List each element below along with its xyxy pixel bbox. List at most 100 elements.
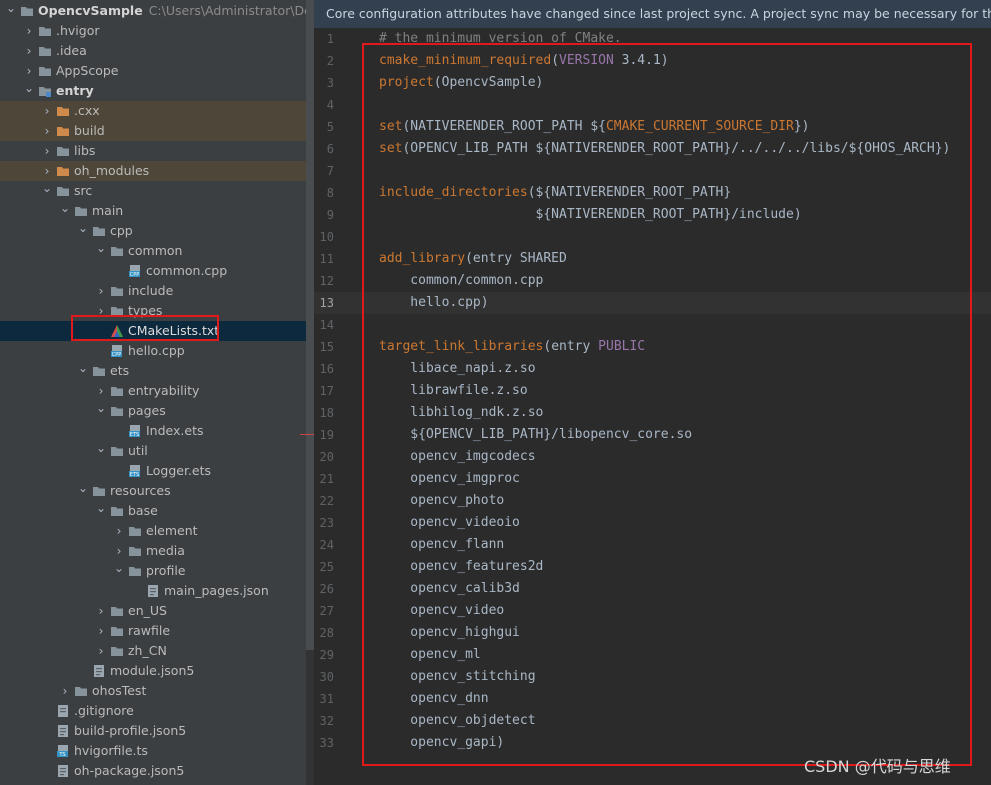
json-file-icon — [92, 664, 106, 678]
folder-icon — [56, 144, 70, 158]
tree-item[interactable]: › rawfile — [0, 621, 306, 641]
tree-item[interactable]: main_pages.json — [0, 581, 306, 601]
folder-icon — [110, 404, 124, 418]
tree-item-label: common — [128, 243, 183, 258]
tree-item[interactable]: .gitignore — [0, 701, 306, 721]
text-file-icon — [56, 704, 70, 718]
svg-text:ETS: ETS — [130, 472, 139, 478]
chevron-down-icon[interactable]: ⌄ — [6, 0, 16, 18]
tree-item[interactable]: TS hvigorfile.ts — [0, 741, 306, 761]
chevron-right-icon[interactable]: › — [114, 521, 124, 541]
chevron-down-icon[interactable]: ⌄ — [78, 478, 88, 498]
tree-item[interactable]: CPP hello.cpp — [0, 341, 306, 361]
tree-item[interactable]: › build — [0, 121, 306, 141]
tree-item[interactable]: › entryability — [0, 381, 306, 401]
line-number: 29 — [319, 648, 334, 662]
tree-item[interactable]: ⌄ src — [0, 181, 306, 201]
tree-item[interactable]: ⌄ ets — [0, 361, 306, 381]
line-number: 8 — [326, 186, 334, 200]
tree-item-label: Index.ets — [146, 423, 204, 438]
line-number: 27 — [319, 604, 334, 618]
tree-item[interactable]: ⌄ profile — [0, 561, 306, 581]
chevron-right-icon[interactable]: › — [42, 141, 52, 161]
tree-item[interactable]: ⌄ base — [0, 501, 306, 521]
module-folder-icon — [38, 84, 52, 98]
svg-text:CPP: CPP — [130, 272, 140, 278]
tree-item[interactable]: ⌄ cpp — [0, 221, 306, 241]
tree-item[interactable]: › zh_CN — [0, 641, 306, 661]
tree-item[interactable]: › .cxx — [0, 101, 306, 121]
tree-item[interactable]: › en_US — [0, 601, 306, 621]
excluded-folder-icon — [56, 104, 70, 118]
line-number: 16 — [319, 362, 334, 376]
tree-item-label: main — [92, 203, 124, 218]
tree-item-label: module.json5 — [110, 663, 195, 678]
tree-item[interactable]: build-profile.json5 — [0, 721, 306, 741]
line-number: 32 — [319, 714, 334, 728]
chevron-right-icon[interactable]: › — [24, 41, 34, 61]
chevron-down-icon[interactable]: ⌄ — [78, 358, 88, 378]
chevron-right-icon[interactable]: › — [96, 641, 106, 661]
tree-item[interactable]: › libs — [0, 141, 306, 161]
folder-icon — [92, 484, 106, 498]
tree-item-label: common.cpp — [146, 263, 228, 278]
tree-item[interactable]: ⌄ util — [0, 441, 306, 461]
chevron-right-icon[interactable]: › — [96, 281, 106, 301]
folder-icon — [38, 64, 52, 78]
chevron-right-icon[interactable]: › — [24, 21, 34, 41]
line-number: 13 — [319, 296, 334, 310]
tree-item-label: entryability — [128, 383, 200, 398]
tree-item[interactable]: › element — [0, 521, 306, 541]
chevron-right-icon[interactable]: › — [60, 681, 70, 701]
project-tree-scrollbar[interactable] — [306, 0, 314, 650]
tree-item[interactable]: ⌄ pages — [0, 401, 306, 421]
tree-item-label: build-profile.json5 — [74, 723, 187, 738]
chevron-down-icon[interactable]: ⌄ — [96, 438, 106, 458]
line-number: 4 — [326, 98, 334, 112]
line-number: 11 — [319, 252, 334, 266]
tree-item[interactable]: ETS Logger.ets — [0, 461, 306, 481]
tree-item[interactable]: ⌄ main — [0, 201, 306, 221]
tree-item[interactable]: ⌄ entry — [0, 81, 306, 101]
tree-item[interactable]: ⌄ resources — [0, 481, 306, 501]
tree-item[interactable]: › AppScope — [0, 61, 306, 81]
tree-item-label: util — [128, 443, 148, 458]
tree-item[interactable]: › .hvigor — [0, 21, 306, 41]
tree-item[interactable]: › include — [0, 281, 306, 301]
tree-item[interactable]: ⌄ OpencvSampleC:\Users\Administrator\DevE… — [0, 1, 306, 21]
cpp-file-icon: CPP — [110, 344, 124, 358]
line-number: 25 — [319, 560, 334, 574]
chevron-down-icon[interactable]: ⌄ — [96, 398, 106, 418]
line-number: 17 — [319, 384, 334, 398]
tree-item[interactable]: › media — [0, 541, 306, 561]
folder-icon — [128, 544, 142, 558]
chevron-right-icon[interactable]: › — [96, 621, 106, 641]
line-number: 33 — [319, 736, 334, 750]
chevron-right-icon[interactable]: › — [42, 101, 52, 121]
cpp-file-icon: CPP — [128, 264, 142, 278]
tree-item[interactable]: module.json5 — [0, 661, 306, 681]
chevron-down-icon[interactable]: ⌄ — [24, 78, 34, 98]
line-number: 1 — [326, 32, 334, 46]
tree-item[interactable]: › .idea — [0, 41, 306, 61]
line-number: 20 — [319, 450, 334, 464]
tree-item[interactable]: CPP common.cpp — [0, 261, 306, 281]
tree-item-label: main_pages.json — [164, 583, 269, 598]
chevron-down-icon[interactable]: ⌄ — [96, 498, 106, 518]
tree-item[interactable]: ETS Index.ets — [0, 421, 306, 441]
chevron-down-icon[interactable]: ⌄ — [60, 198, 70, 218]
line-number: 30 — [319, 670, 334, 684]
svg-text:TS: TS — [58, 752, 65, 758]
chevron-down-icon[interactable]: ⌄ — [114, 558, 124, 578]
ts-file-icon: TS — [56, 744, 70, 758]
tree-item[interactable]: ⌄ common — [0, 241, 306, 261]
chevron-down-icon[interactable]: ⌄ — [96, 238, 106, 258]
chevron-down-icon[interactable]: ⌄ — [78, 218, 88, 238]
tree-item-label: base — [128, 503, 158, 518]
tree-item[interactable]: oh-package.json5 — [0, 761, 306, 781]
tree-item[interactable]: › ohosTest — [0, 681, 306, 701]
chevron-right-icon[interactable]: › — [96, 601, 106, 621]
chevron-down-icon[interactable]: ⌄ — [42, 178, 52, 198]
chevron-right-icon[interactable]: › — [42, 121, 52, 141]
tree-item-label: .hvigor — [56, 23, 100, 38]
